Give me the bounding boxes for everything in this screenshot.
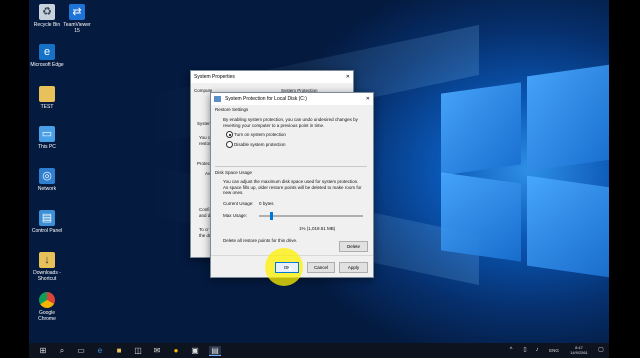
desktop-icon-chrome[interactable]: Google Chrome	[30, 292, 64, 322]
recycle-bin-icon: ♻	[39, 4, 55, 20]
system-protection-dialog: System Protection for Local Disk (C:) ✕ …	[210, 92, 374, 286]
apply-button[interactable]: Apply	[339, 262, 368, 273]
desktop-icon-downloads[interactable]: ↓ Downloads - Shortcut	[30, 252, 64, 282]
ok-button[interactable]: OK	[275, 262, 299, 273]
restore-settings-description: By enabling system protection, you can u…	[223, 117, 358, 128]
cancel-button[interactable]: Cancel	[307, 262, 335, 273]
language-indicator[interactable]: ENG	[547, 346, 561, 355]
radio-disable[interactable]	[226, 141, 233, 148]
radio-turn-on-label[interactable]: Turn on system protection	[234, 132, 286, 138]
screen: ♻ Recycle Bin ⇄ TeamViewer 15 e Microsof…	[0, 0, 640, 358]
delete-description: Delete all restore points for this drive…	[223, 238, 298, 243]
system-properties-icon[interactable]: ▤	[209, 346, 221, 356]
volume-icon[interactable]: ♪	[533, 346, 541, 355]
windows-logo-pane	[527, 63, 609, 172]
start-icon[interactable]: ⊞	[38, 346, 48, 355]
tray-chevron-icon[interactable]: ^	[507, 346, 515, 355]
edge-icon[interactable]: e	[95, 346, 105, 355]
desktop-icon-recycle-bin[interactable]: ♻ Recycle Bin	[30, 4, 64, 28]
dialog-titlebar: System Protection for Local Disk (C:) ✕	[211, 93, 373, 105]
section-divider	[215, 166, 367, 167]
max-usage-slider[interactable]	[259, 212, 363, 220]
desktop-icon-this-pc[interactable]: ▭ This PC	[30, 126, 64, 150]
network-tray-icon[interactable]: ▯	[521, 346, 529, 355]
mail-icon[interactable]: ✉	[152, 346, 162, 355]
disk-space-heading: Disk Space Usage	[215, 170, 253, 175]
disk-space-description: You can adjust the maximum disk space us…	[223, 179, 362, 195]
radio-selected-dot	[228, 133, 231, 136]
close-icon[interactable]: ✕	[366, 93, 370, 105]
chrome-icon	[39, 292, 55, 308]
dialog-app-icon	[214, 96, 221, 102]
control-panel-icon: ▤	[39, 210, 55, 226]
edge-icon: e	[39, 44, 55, 60]
desktop-icon-network[interactable]: ◎ Network	[30, 168, 64, 192]
desktop-icon-control-panel[interactable]: ▤ Control Panel	[30, 210, 64, 234]
system-properties-titlebar: System Properties ✕	[191, 71, 353, 83]
file-explorer-icon[interactable]: ■	[114, 346, 124, 355]
photos-icon[interactable]: ▣	[190, 346, 200, 355]
current-usage-value: 0 bytes	[259, 201, 274, 206]
restore-settings-heading: Restore Settings	[215, 107, 249, 112]
clock[interactable]: 8:47 14/9/2561	[565, 345, 593, 355]
network-icon: ◎	[39, 168, 55, 184]
search-icon[interactable]: ⌕	[57, 346, 67, 355]
delete-button[interactable]: Delete	[339, 241, 368, 252]
computer-icon: ▭	[39, 126, 55, 142]
slider-thumb[interactable]	[270, 212, 273, 220]
folder-icon	[39, 86, 55, 102]
store-icon[interactable]: ◫	[133, 346, 143, 355]
desktop-icon-teamviewer[interactable]: ⇄ TeamViewer 15	[60, 4, 94, 34]
windows-logo-pane	[441, 82, 521, 176]
max-usage-label: Max Usage:	[223, 213, 248, 218]
notification-icon[interactable]: ▢	[597, 346, 605, 355]
teamviewer-icon: ⇄	[69, 4, 85, 20]
windows-logo-pane	[527, 175, 609, 279]
clock-date: 14/9/2561	[570, 350, 588, 355]
desktop-icon-test[interactable]: TEST	[30, 86, 64, 110]
task-view-icon[interactable]: ▭	[76, 346, 86, 355]
close-icon[interactable]: ✕	[346, 71, 350, 83]
max-usage-value: 1% (1,019.51 MB)	[299, 226, 336, 231]
chrome-icon[interactable]: ●	[171, 346, 181, 355]
desktop-icon-edge[interactable]: e Microsoft Edge	[30, 44, 64, 68]
folder-shortcut-icon: ↓	[39, 252, 55, 268]
taskbar: ⊞ ⌕ ▭ e ■ ◫ ✉ ● ▣ ▤ ^ ▯ ♪ ENG 8:47 14/9/…	[29, 343, 609, 358]
radio-disable-label[interactable]: Disable system protection	[234, 142, 286, 148]
current-usage-label: Current Usage:	[223, 201, 254, 206]
radio-turn-on[interactable]	[226, 131, 233, 138]
mouse-cursor-icon	[289, 265, 292, 271]
windows-logo-pane	[441, 172, 521, 262]
